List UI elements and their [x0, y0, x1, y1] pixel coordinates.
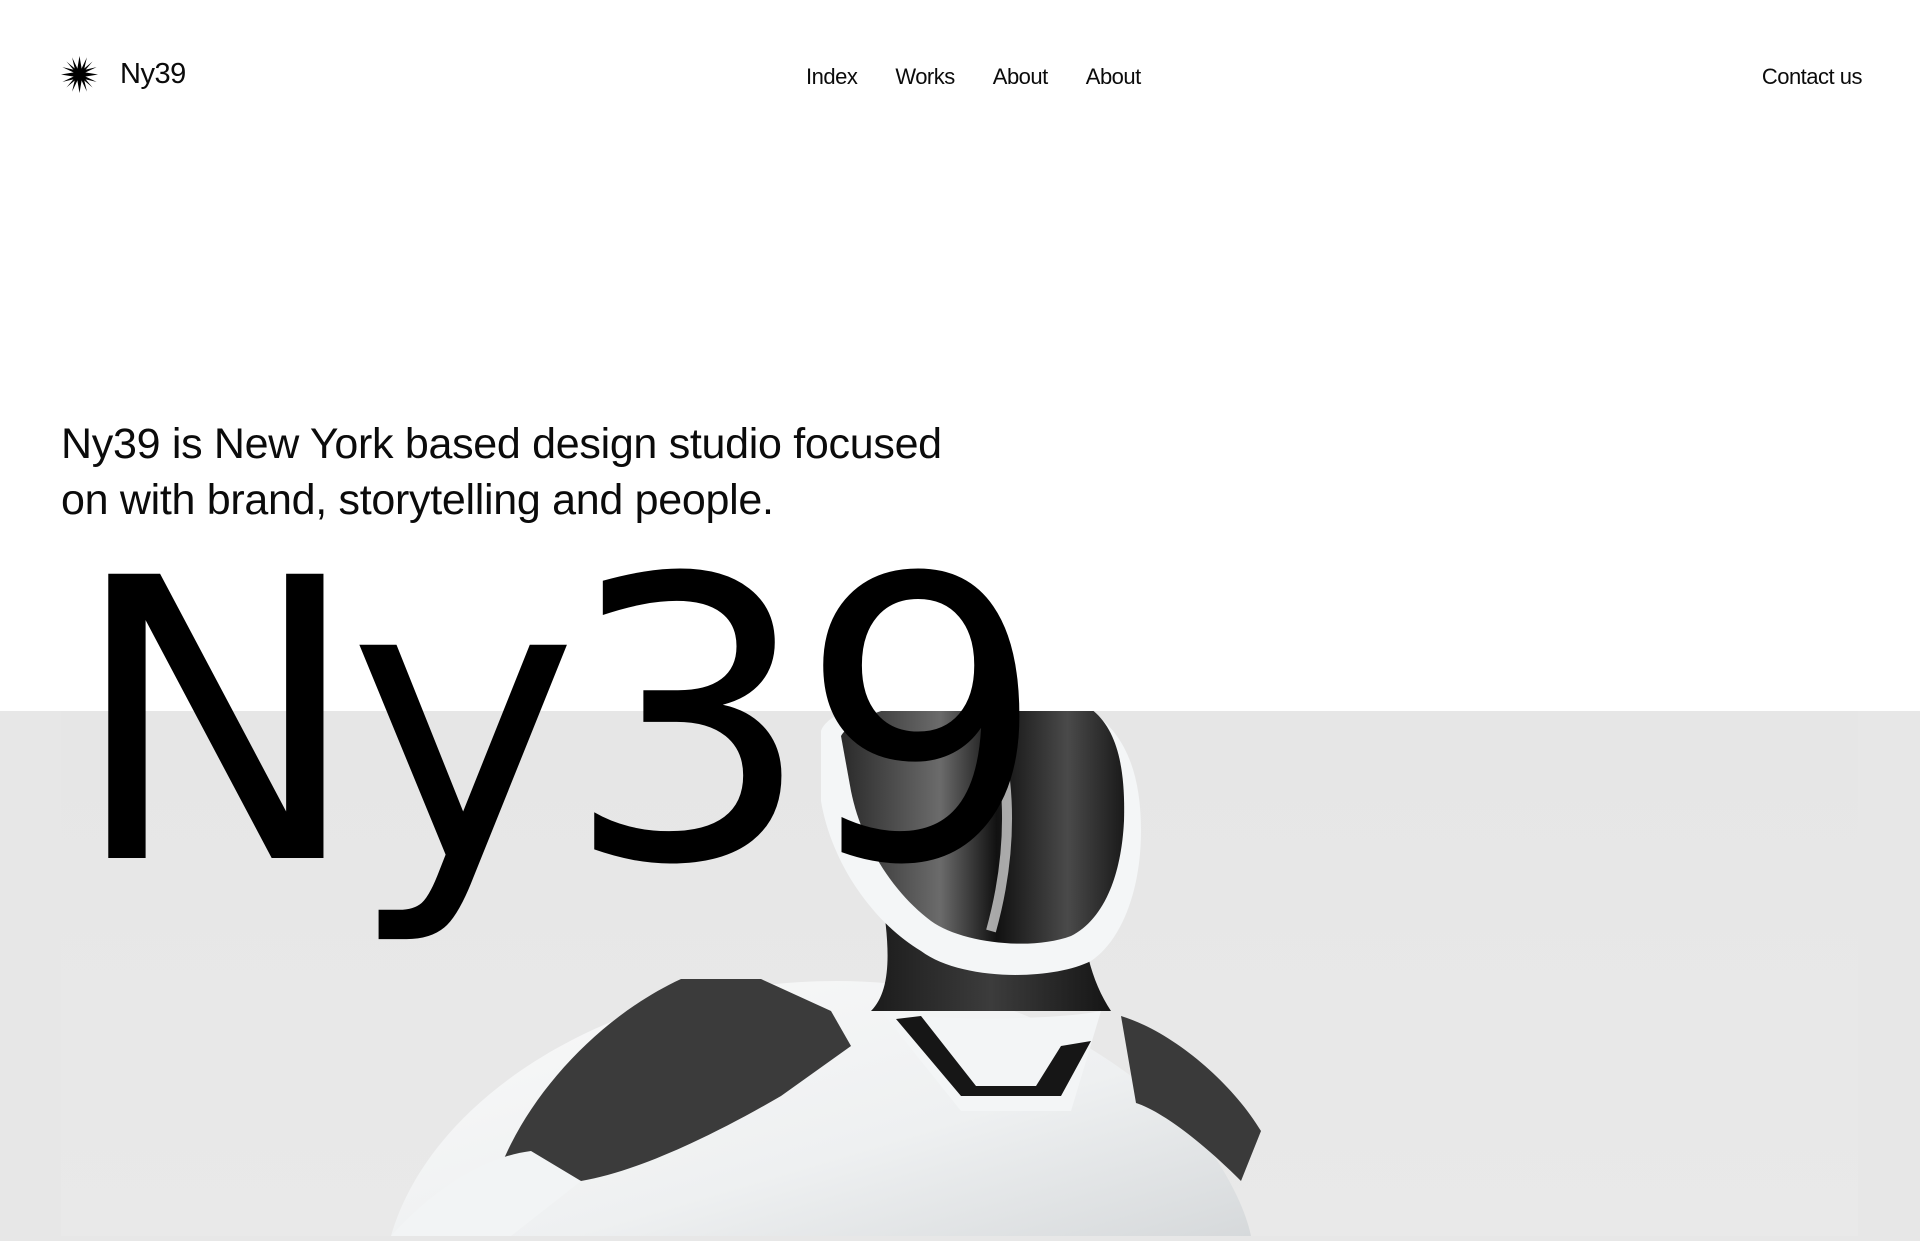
contact-us-link[interactable]: Contact us [1762, 66, 1863, 88]
nav-item-works[interactable]: Works [895, 66, 955, 88]
starburst-icon [61, 56, 98, 93]
main-nav: Index Works About About [806, 66, 1141, 88]
brand-logo-link[interactable]: Ny39 [61, 56, 186, 93]
nav-item-about-2[interactable]: About [1086, 66, 1142, 88]
brand-name: Ny39 [120, 58, 186, 90]
nav-item-index[interactable]: Index [806, 66, 858, 88]
nav-item-about[interactable]: About [993, 66, 1049, 88]
hero-wordmark: Ny39 [70, 496, 1047, 950]
site-header: Ny39 Index Works About About Contact us [0, 0, 1920, 160]
page: Ny39 Index Works About About Contact us … [0, 0, 1920, 1241]
